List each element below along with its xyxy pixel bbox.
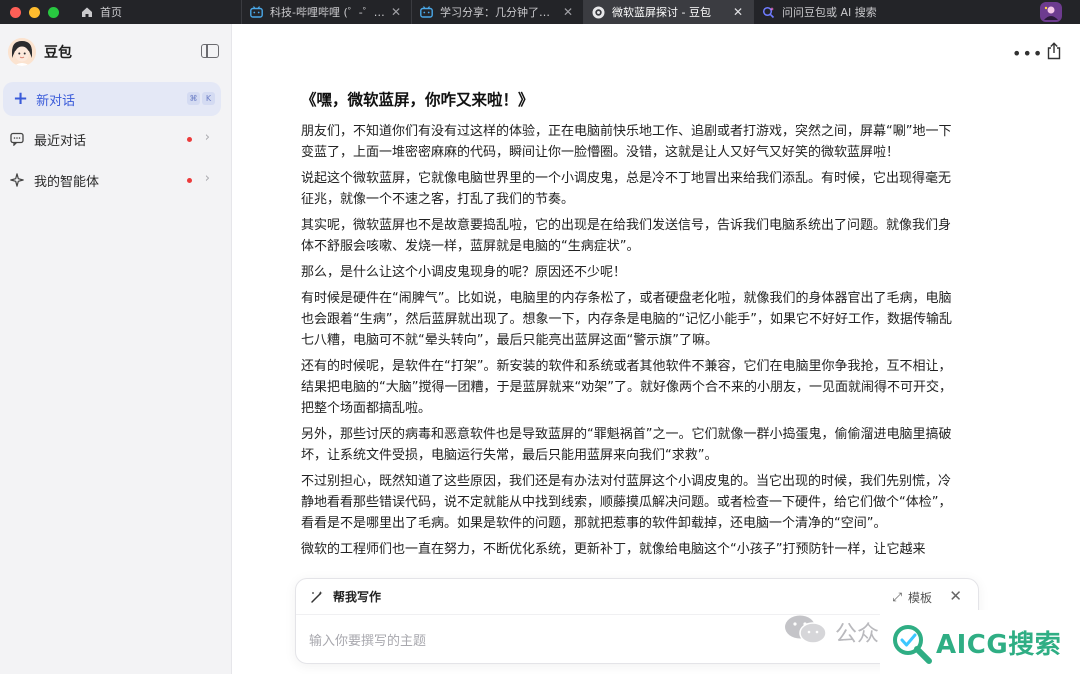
k-key: K bbox=[202, 92, 215, 105]
ai-search-icon bbox=[762, 6, 775, 19]
tab-bilibili-tech[interactable]: 科技-哔哩哔哩 (゜-゜)つロ ✕ bbox=[242, 0, 412, 24]
close-window-button[interactable] bbox=[10, 6, 21, 18]
wechat-logo-icon bbox=[784, 614, 828, 644]
brand[interactable]: 豆包 bbox=[8, 38, 72, 66]
sidebar-item-my-agents[interactable]: 我的智能体 › bbox=[10, 166, 216, 194]
maximize-window-button[interactable] bbox=[48, 6, 59, 18]
tab-doubao-active[interactable]: 微软蓝屏探讨 - 豆包 ✕ bbox=[584, 0, 754, 24]
article-paragraph: 微软的工程师们也一直在努力，不断优化系统，更新补丁，就像给电脑这个“小孩子”打预… bbox=[301, 542, 926, 557]
share-icon[interactable] bbox=[1046, 42, 1062, 60]
tab-bilibili-share[interactable]: 学习分享：几分钟了解微软 ✕ bbox=[412, 0, 584, 24]
article-paragraph: 还有的时候呢，是软件在“打架”。新安装的软件和系统或者其他软件不兼容，它们在电脑… bbox=[301, 359, 952, 416]
article-title: 《嘿，微软蓝屏，你咋又来啦！》 bbox=[301, 91, 534, 109]
notification-dot bbox=[187, 137, 192, 142]
writing-card-header: 帮我写作 ⤢ 模板 ✕ bbox=[296, 579, 978, 615]
sidebar-item-recent-chats[interactable]: 最近对话 › bbox=[10, 125, 216, 153]
doubao-avatar bbox=[8, 38, 36, 66]
minimize-window-button[interactable] bbox=[29, 6, 40, 18]
bilibili-icon bbox=[420, 6, 433, 19]
doubao-icon bbox=[592, 6, 605, 19]
bilibili-icon bbox=[250, 6, 263, 19]
close-tab-icon[interactable]: ✕ bbox=[391, 5, 401, 19]
article-paragraph: 那么，是什么让这个小调皮鬼现身的呢？原因还不少呢！ bbox=[301, 265, 627, 280]
article-paragraph: 说起这个微软蓝屏，它就像电脑世界里的一个小调皮鬼，总是冷不丁地冒出来给我们添乱。… bbox=[301, 171, 952, 207]
chat-bubble-icon bbox=[10, 132, 24, 146]
sidebar: 豆包 + 新对话 ⌘ K 最近对话 › 我的智能体 › bbox=[0, 24, 232, 674]
tab-ai-search[interactable]: 问问豆包或 AI 搜索 bbox=[754, 0, 934, 24]
sparkle-icon bbox=[10, 173, 24, 187]
magnifier-logo-icon bbox=[888, 619, 934, 665]
window-controls bbox=[0, 6, 72, 18]
tab-label: 微软蓝屏探讨 - 豆包 bbox=[612, 6, 711, 19]
tab-label: 问问豆包或 AI 搜索 bbox=[782, 6, 877, 19]
new-chat-shortcut: ⌘ K bbox=[187, 92, 215, 105]
article-paragraph: 朋友们，不知道你们有没有过这样的体验，正在电脑前快乐地工作、追剧或者打游戏，突然… bbox=[301, 124, 952, 160]
home-icon bbox=[80, 6, 93, 19]
template-button[interactable]: ⤢ 模板 bbox=[892, 589, 932, 606]
magic-pen-icon bbox=[310, 590, 324, 604]
watermark-brand: AICG搜索 bbox=[936, 629, 1062, 660]
new-chat-label: 新对话 bbox=[36, 93, 76, 109]
aicg-watermark: AICG搜索 bbox=[880, 610, 1080, 674]
close-icon[interactable]: ✕ bbox=[949, 587, 962, 605]
sidebar-item-label: 我的智能体 bbox=[34, 174, 100, 190]
article-paragraph: 另外，那些讨厌的病毒和恶意软件也是导致蓝屏的“罪魁祸首”之一。它们就像一群小捣蛋… bbox=[301, 427, 952, 463]
brand-name: 豆包 bbox=[44, 45, 72, 61]
writing-card-title: 帮我写作 bbox=[333, 590, 382, 604]
sidebar-item-label: 最近对话 bbox=[34, 133, 87, 149]
tab-label: 科技-哔哩哔哩 (゜-゜)つロ bbox=[270, 6, 388, 19]
new-chat-button[interactable]: + 新对话 ⌘ K bbox=[3, 82, 221, 116]
watermark-text: 公众 bbox=[835, 622, 880, 647]
article-paragraph: 其实呢，微软蓝屏也不是故意要捣乱啦，它的出现是在给我们发送信号，告诉我们电脑系统… bbox=[301, 218, 952, 254]
browser-tab-bar: 首页 科技-哔哩哔哩 (゜-゜)つロ ✕ 学习分享：几分钟了解微软 ✕ 微软蓝屏… bbox=[0, 0, 1080, 24]
tab-label: 学习分享：几分钟了解微软 bbox=[440, 6, 560, 19]
close-tab-icon[interactable]: ✕ bbox=[563, 5, 573, 19]
command-key-icon: ⌘ bbox=[187, 92, 200, 105]
swap-icon: ⤢ bbox=[892, 590, 902, 604]
article-paragraph: 不过别担心，既然知道了这些原因，我们还是有办法对付蓝屏这个小调皮鬼的。当它出现的… bbox=[301, 474, 952, 531]
notification-dot bbox=[187, 178, 192, 183]
tab-label: 首页 bbox=[100, 6, 122, 19]
chevron-right-icon: › bbox=[204, 171, 210, 186]
plus-icon: + bbox=[13, 88, 29, 109]
topic-input[interactable]: 输入你要撰写的主题 bbox=[309, 630, 426, 649]
sidebar-collapse-icon[interactable] bbox=[201, 44, 219, 58]
template-label: 模板 bbox=[907, 591, 932, 605]
tab-home[interactable]: 首页 bbox=[72, 0, 242, 24]
article-paragraph: 有时候是硬件在“闹脾气”。比如说，电脑里的内存条松了，或者硬盘老化啦，就像我们的… bbox=[301, 291, 952, 348]
more-options-icon[interactable]: ••• bbox=[1012, 44, 1043, 63]
profile-avatar[interactable] bbox=[1040, 2, 1062, 22]
chat-response-article: 《嘿，微软蓝屏，你咋又来啦！》 朋友们，不知道你们有没有过这样的体验，正在电脑前… bbox=[301, 88, 961, 578]
close-tab-icon[interactable]: ✕ bbox=[733, 5, 743, 19]
chevron-right-icon: › bbox=[204, 130, 210, 145]
